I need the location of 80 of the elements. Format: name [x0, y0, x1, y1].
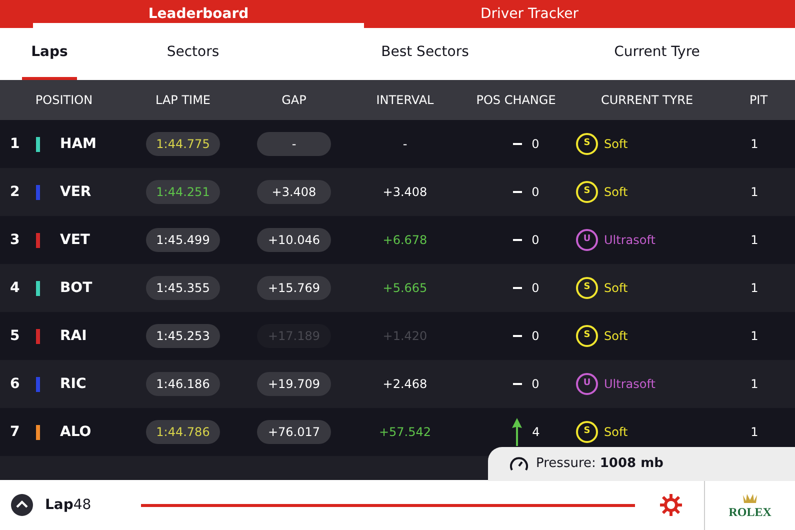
lap-time-pill: 1:46.186: [146, 372, 220, 396]
gap-pill: -: [257, 132, 331, 156]
lap-time-pill: 1:44.786: [146, 420, 220, 444]
sub-tab[interactable]: Best Sectors: [309, 28, 541, 80]
tyre-name: Soft: [604, 136, 628, 153]
crown-icon: [742, 492, 758, 504]
tyre-badge: S: [576, 133, 598, 155]
interval-text: +2.468: [382, 376, 428, 393]
driver-code: RIC: [60, 374, 86, 394]
gap-pill: +15.769: [257, 276, 331, 300]
column-header: LAP TIME: [154, 92, 212, 109]
chevron-up-icon[interactable]: [11, 494, 33, 516]
tyre-badge: S: [576, 325, 598, 347]
tyre-badge: S: [576, 181, 598, 203]
column-header: POSITION: [34, 92, 94, 109]
gap-pill: +19.709: [257, 372, 331, 396]
tyre-badge: S: [576, 277, 598, 299]
settings-icon[interactable]: [659, 493, 684, 517]
pit-count: 1: [750, 280, 760, 297]
interval-text: +3.408: [382, 184, 428, 201]
interval-text: +57.542: [378, 424, 432, 441]
tyre-name: Soft: [604, 280, 628, 297]
column-header: GAP: [280, 92, 308, 109]
tyre-name: Ultrasoft: [604, 232, 656, 249]
position-number: 3: [10, 230, 21, 250]
tyre-badge: S: [576, 421, 598, 443]
position-number: 1: [10, 134, 21, 154]
pressure-value: 1008 mb: [600, 455, 664, 474]
tyre-name: Soft: [604, 184, 628, 201]
interval-text: -: [402, 136, 408, 153]
lap-time-pill: 1:45.253: [146, 324, 220, 348]
pressure-label: Pressure:: [536, 455, 596, 474]
pos-change-value: 0: [532, 136, 540, 153]
gap-pill: +3.408: [257, 180, 331, 204]
tyre-name: Ultrasoft: [604, 376, 656, 393]
position-number: 6: [10, 374, 21, 394]
pos-change-value: 0: [532, 280, 540, 297]
gauge-icon: [510, 457, 528, 471]
column-header: PIT: [748, 92, 769, 109]
pos-change-value: 0: [532, 328, 540, 345]
interval-text: +5.665: [382, 280, 428, 297]
position-number: 4: [10, 278, 21, 298]
position-number: 2: [10, 182, 21, 202]
driver-code: RAI: [60, 326, 87, 346]
column-header: POS CHANGE: [475, 92, 557, 109]
lap-counter: Lap48: [45, 496, 92, 514]
lap-time-pill: 1:44.775: [146, 132, 220, 156]
pos-change-value: 0: [532, 184, 540, 201]
pit-count: 1: [750, 328, 760, 345]
gap-pill: +10.046: [257, 228, 331, 252]
column-header: CURRENT TYRE: [600, 92, 694, 109]
lap-time-pill: 1:45.499: [146, 228, 220, 252]
pit-count: 1: [750, 424, 760, 441]
driver-code: VER: [60, 182, 92, 202]
lap-time-pill: 1:44.251: [146, 180, 220, 204]
tyre-name: Soft: [604, 328, 628, 345]
sub-tab[interactable]: Sectors: [77, 28, 309, 80]
main-tab[interactable]: Driver Tracker: [364, 0, 695, 28]
tyre-name: Soft: [604, 424, 628, 441]
driver-code: HAM: [60, 134, 96, 154]
sponsor-name: ROLEX: [728, 506, 772, 518]
position-number: 5: [10, 326, 21, 346]
pos-change-value: 0: [532, 232, 540, 249]
pos-change-value: 0: [532, 376, 540, 393]
lap-time-pill: 1:45.355: [146, 276, 220, 300]
driver-code: ALO: [60, 422, 92, 442]
gap-pill: +76.017: [257, 420, 331, 444]
tyre-badge: U: [576, 229, 598, 251]
driver-code: VET: [60, 230, 90, 250]
pit-count: 1: [750, 136, 760, 153]
pit-count: 1: [750, 232, 760, 249]
interval-text: +6.678: [382, 232, 428, 249]
pit-count: 1: [750, 376, 760, 393]
sub-tab[interactable]: Current Tyre: [541, 28, 773, 80]
pos-change-value: 4: [532, 424, 540, 441]
driver-code: BOT: [60, 278, 92, 298]
position-number: 7: [10, 422, 21, 442]
tyre-badge: U: [576, 373, 598, 395]
pit-count: 1: [750, 184, 760, 201]
column-header: INTERVAL: [375, 92, 435, 109]
